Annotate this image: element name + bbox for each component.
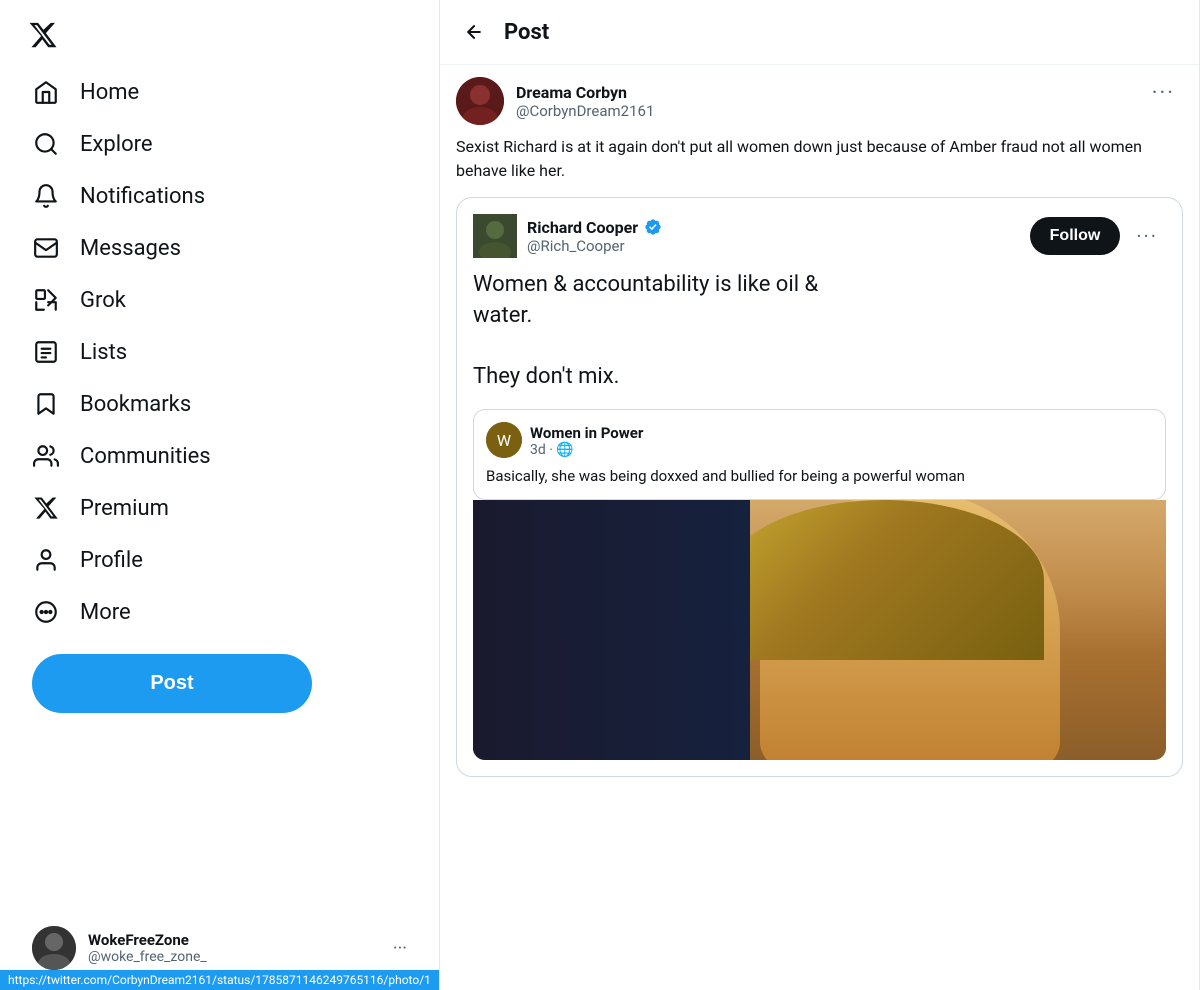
notifications-icon xyxy=(32,182,60,210)
sidebar-item-label-lists: Lists xyxy=(80,340,127,365)
back-button[interactable] xyxy=(456,14,492,50)
quoted-avatar xyxy=(473,214,517,258)
tweet-author-text: Dreama Corbyn @CorbynDream2161 xyxy=(516,83,654,120)
sidebar-item-more[interactable]: More xyxy=(16,586,423,638)
sidebar-item-lists[interactable]: Lists xyxy=(16,326,423,378)
follow-button[interactable]: Follow xyxy=(1030,217,1121,255)
sidebar-item-label-bookmarks: Bookmarks xyxy=(80,392,191,417)
sidebar-item-communities[interactable]: Communities xyxy=(16,430,423,482)
communities-icon xyxy=(32,442,60,470)
quoted-text-line2: water. xyxy=(473,303,532,328)
verified-badge xyxy=(644,218,662,236)
quoted-more-button[interactable]: ··· xyxy=(1128,220,1166,252)
messages-icon xyxy=(32,234,60,262)
sidebar-item-premium[interactable]: Premium xyxy=(16,482,423,534)
nested-author-name: Women in Power xyxy=(530,424,643,442)
tweet-avatar xyxy=(456,77,504,125)
quoted-author-handle: @Rich_Cooper xyxy=(527,237,662,255)
footer-user-name: WokeFreeZone xyxy=(88,931,381,949)
main-nav: Home Explore Notifications Messages xyxy=(16,66,423,638)
main-content: Post Dreama Corbyn @CorbynDream2161 ··· xyxy=(440,0,1200,990)
sidebar-item-label-communities: Communities xyxy=(80,444,211,469)
tweet-more-button[interactable]: ··· xyxy=(1144,77,1183,110)
tweet-text: Sexist Richard is at it again don't put … xyxy=(456,135,1183,183)
sidebar-item-label-grok: Grok xyxy=(80,288,126,313)
tweet-avatar-image xyxy=(456,77,504,125)
x-logo-icon xyxy=(28,20,58,50)
sidebar-item-notifications[interactable]: Notifications xyxy=(16,170,423,222)
tweet-author-info: Dreama Corbyn @CorbynDream2161 xyxy=(456,77,654,125)
sidebar-item-grok[interactable]: Grok xyxy=(16,274,423,326)
svg-text:W: W xyxy=(497,431,511,450)
tweet-author-handle: @CorbynDream2161 xyxy=(516,102,654,120)
quoted-author-row: Richard Cooper @Rich_Cooper Follow ··· xyxy=(473,214,1166,258)
quoted-author-text: Richard Cooper @Rich_Cooper xyxy=(527,218,662,255)
bookmarks-icon xyxy=(32,390,60,418)
sidebar-item-label-premium: Premium xyxy=(80,496,169,521)
sidebar-item-messages[interactable]: Messages xyxy=(16,222,423,274)
premium-icon xyxy=(32,494,60,522)
url-bar: https://twitter.com/CorbynDream2161/stat… xyxy=(0,970,439,990)
nested-avatar: W xyxy=(486,422,522,458)
lists-icon xyxy=(32,338,60,366)
sidebar-item-label-profile: Profile xyxy=(80,548,143,573)
nested-quote-card: W Women in Power 3d · 🌐 Basically, she w… xyxy=(473,409,1166,500)
sidebar-item-explore[interactable]: Explore xyxy=(16,118,423,170)
sidebar-item-label-home: Home xyxy=(80,80,139,105)
quoted-text-line1: Women & accountability is like oil & xyxy=(473,272,818,297)
home-icon xyxy=(32,78,60,106)
page-title: Post xyxy=(504,20,549,45)
sidebar-item-label-messages: Messages xyxy=(80,236,181,261)
image-face-area xyxy=(473,500,1166,760)
x-logo-container[interactable] xyxy=(16,8,423,62)
post-button[interactable]: Post xyxy=(32,654,312,713)
footer-user-info: WokeFreeZone @woke_free_zone_ xyxy=(88,931,381,965)
tweet-container: Dreama Corbyn @CorbynDream2161 ··· Sexis… xyxy=(440,65,1199,793)
sidebar-item-bookmarks[interactable]: Bookmarks xyxy=(16,378,423,430)
verified-icon xyxy=(644,218,662,236)
profile-icon xyxy=(32,546,60,574)
footer-user-handle: @woke_free_zone_ xyxy=(88,949,381,965)
sidebar-item-label-notifications: Notifications xyxy=(80,184,205,209)
nested-meta: 3d · 🌐 xyxy=(530,442,643,458)
nested-author-row: W Women in Power 3d · 🌐 xyxy=(486,422,1153,458)
quoted-text-line4: They don't mix. xyxy=(473,364,619,389)
footer-avatar xyxy=(32,926,76,970)
crowd-bg xyxy=(473,500,750,760)
quoted-tweet-actions: Follow ··· xyxy=(1030,217,1166,255)
post-page-header: Post xyxy=(440,0,1199,65)
post-image[interactable]: m xyxy=(473,500,1166,760)
back-arrow-icon xyxy=(464,22,484,42)
premium-x-icon xyxy=(33,495,59,521)
quoted-avatar-image xyxy=(473,214,517,258)
grok-icon xyxy=(32,286,60,314)
sidebar: Home Explore Notifications Messages xyxy=(0,0,440,990)
quoted-tweet-text: Women & accountability is like oil & wat… xyxy=(473,270,1166,393)
nested-tweet-text: Basically, she was being doxxed and bull… xyxy=(486,466,1153,487)
more-icon xyxy=(32,598,60,626)
post-image-inner: m xyxy=(473,500,1166,760)
sidebar-item-home[interactable]: Home xyxy=(16,66,423,118)
explore-icon xyxy=(32,130,60,158)
tweet-author-name: Dreama Corbyn xyxy=(516,83,654,102)
quoted-author-name: Richard Cooper xyxy=(527,218,638,237)
sidebar-item-label-more: More xyxy=(80,600,131,625)
nested-author-text: Women in Power 3d · 🌐 xyxy=(530,423,643,458)
sidebar-item-label-explore: Explore xyxy=(80,132,153,157)
quoted-tweet-card: Richard Cooper @Rich_Cooper Follow ··· xyxy=(456,197,1183,777)
footer-more-btn[interactable]: ··· xyxy=(393,938,407,959)
sidebar-item-profile[interactable]: Profile xyxy=(16,534,423,586)
nested-avatar-image: W xyxy=(486,422,522,458)
tweet-author-row: Dreama Corbyn @CorbynDream2161 ··· xyxy=(456,77,1183,125)
hair-shape xyxy=(724,500,1044,660)
footer-avatar-image xyxy=(32,926,76,970)
quoted-author-info: Richard Cooper @Rich_Cooper xyxy=(473,214,662,258)
